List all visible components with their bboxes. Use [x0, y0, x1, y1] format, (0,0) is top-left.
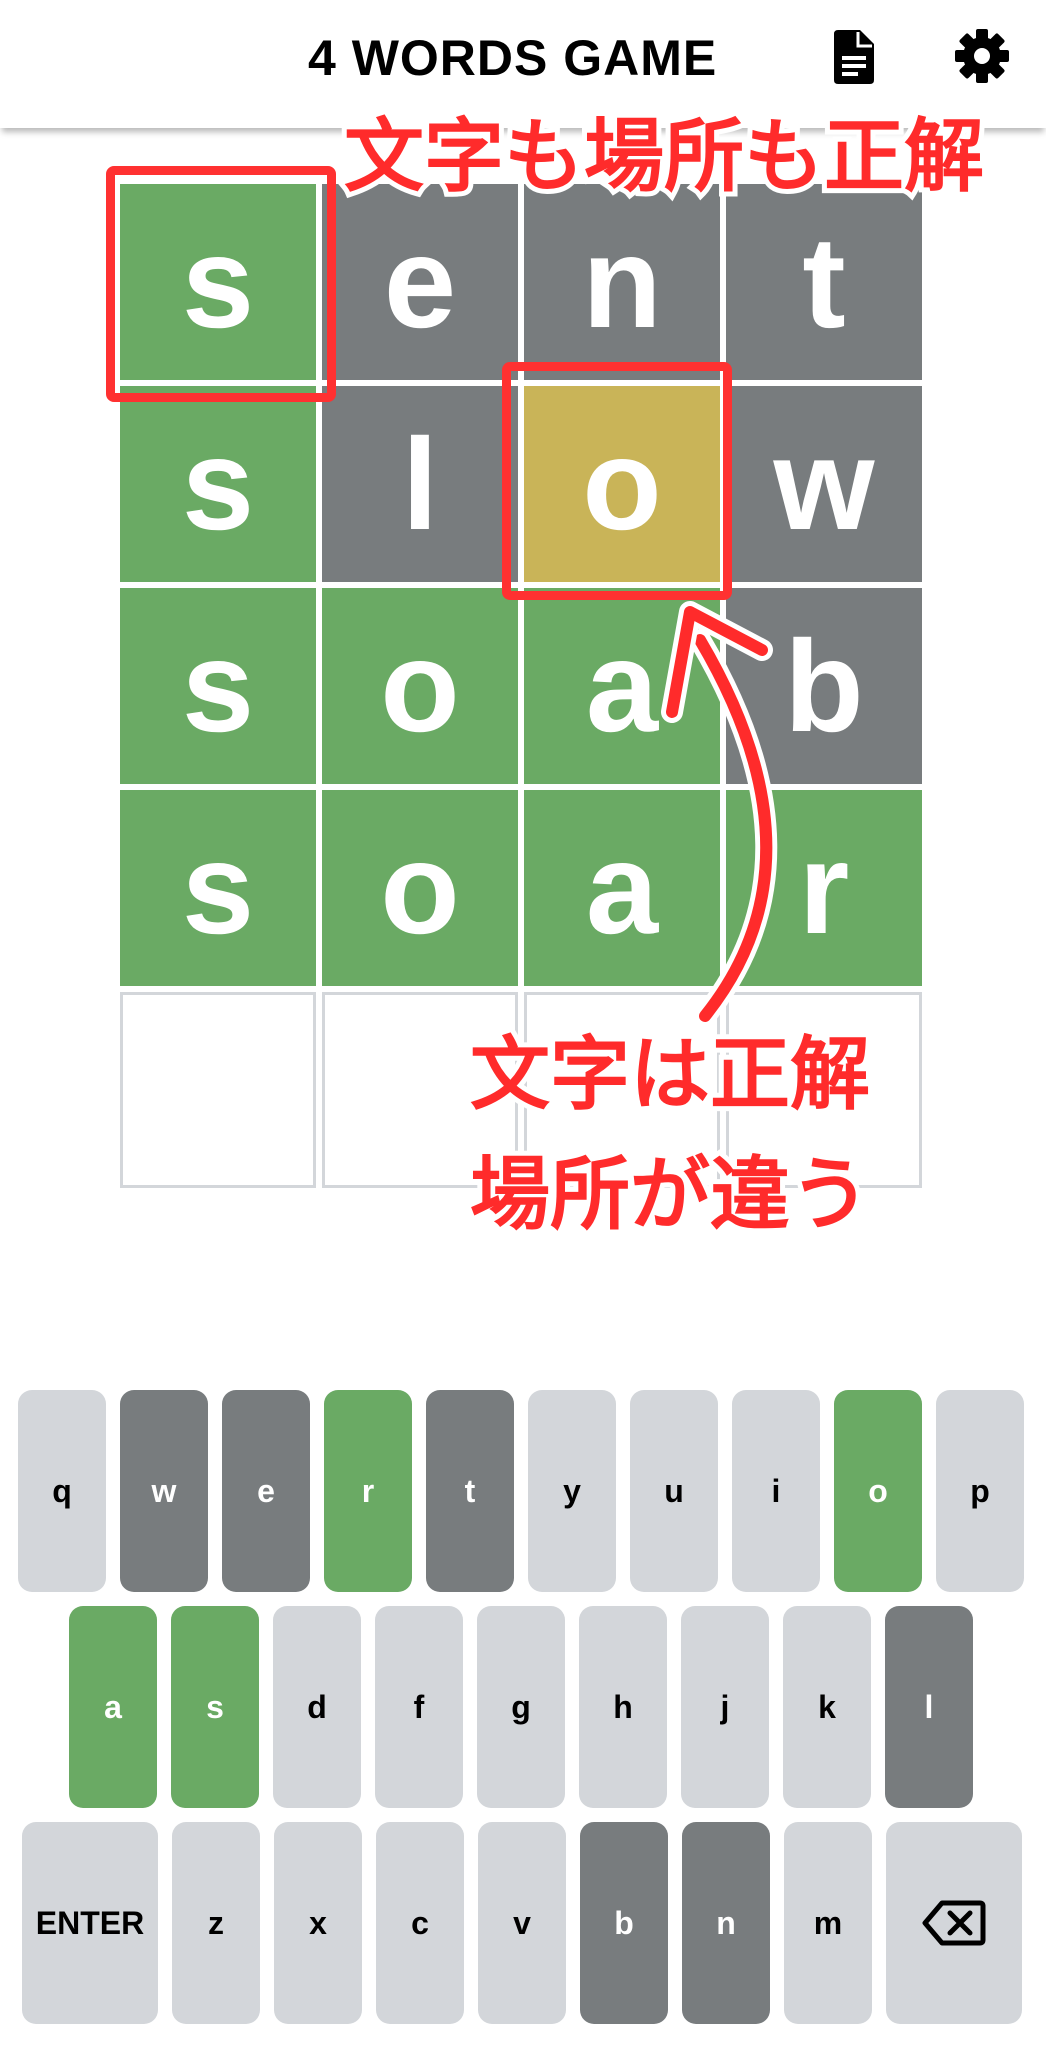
annotation-correct-position: 文字も場所も正解: [339, 107, 989, 207]
annotation-wrong-position-line2: 場所が違う: [465, 1145, 875, 1245]
annotation-arrow: [661, 601, 778, 1027]
annotation-wrong-position-line1: 文字は正解: [465, 1025, 875, 1125]
